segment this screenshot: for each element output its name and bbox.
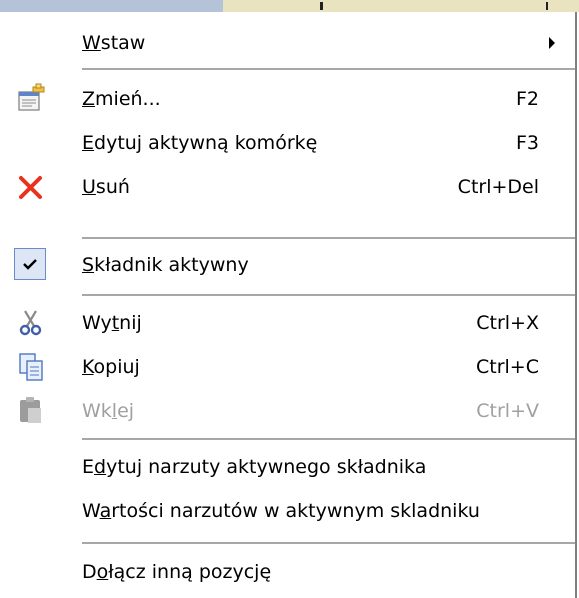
parent-window-strip <box>0 0 579 12</box>
menu-separator <box>82 542 575 545</box>
parent-window-mark <box>546 2 548 10</box>
menu-item-kopiuj[interactable]: Kopiuj Ctrl+C <box>2 346 575 388</box>
delete-icon <box>14 170 48 204</box>
menu-item-zmien[interactable]: Zmień... F2 <box>2 78 575 120</box>
menu-item-label: Składnik aktywny <box>82 254 249 276</box>
menu-item-label: Wartości narzutów w aktywnym skladniku <box>82 500 480 522</box>
menu-item-label: Kopiuj <box>82 356 140 378</box>
menu-item-label: Wstaw <box>82 32 146 54</box>
menu-item-shortcut: Ctrl+X <box>476 312 539 334</box>
menu-item-shortcut: Ctrl+C <box>476 356 539 378</box>
menu-item-shortcut: F3 <box>515 132 539 154</box>
menu-item-skladnik-aktywny[interactable]: Składnik aktywny <box>2 244 575 286</box>
menu-item-wytnij[interactable]: Wytnij Ctrl+X <box>2 302 575 344</box>
menu-item-label: Dołącz inną pozycję <box>82 561 272 583</box>
menu-item-label: Wytnij <box>82 312 142 334</box>
menu-item-shortcut: Ctrl+V <box>476 400 539 422</box>
menu-item-label: Edytuj aktywną komórkę <box>82 132 318 154</box>
menu-item-dolacz[interactable]: Dołącz inną pozycję <box>2 551 575 593</box>
edit-properties-icon <box>14 82 48 116</box>
menu-separator <box>82 68 575 71</box>
menu-item-wstaw[interactable]: Wstaw <box>2 22 575 64</box>
menu-item-label: Wklej <box>82 400 135 422</box>
menu-separator <box>82 294 575 297</box>
menu-item-shortcut: Ctrl+Del <box>457 176 539 198</box>
copy-icon <box>14 350 48 384</box>
menu-item-usun[interactable]: Usuń Ctrl+Del <box>2 166 575 208</box>
context-menu: Wstaw Zmień... F2 Edytuj aktywną komórkę… <box>0 12 579 598</box>
parent-window-bar <box>0 0 223 12</box>
parent-window-mark <box>320 2 323 10</box>
menu-item-shortcut: F2 <box>515 88 539 110</box>
menu-item-wartosci-narzutow[interactable]: Wartości narzutów w aktywnym skladniku <box>2 490 575 532</box>
menu-item-wklej[interactable]: Wklej Ctrl+V <box>2 390 575 432</box>
menu-item-label: Usuń <box>82 176 130 198</box>
menu-separator <box>82 237 575 240</box>
context-menu-body: Wstaw Zmień... F2 Edytuj aktywną komórkę… <box>2 12 575 598</box>
menu-item-label: Edytuj narzuty aktywnego składnika <box>82 456 427 478</box>
menu-item-label: Zmień... <box>82 88 161 110</box>
menu-item-edytuj-narzuty[interactable]: Edytuj narzuty aktywnego składnika <box>2 446 575 488</box>
checkmark-icon <box>14 248 46 280</box>
paste-icon <box>14 394 48 428</box>
submenu-arrow-icon <box>549 37 555 49</box>
scissors-icon <box>14 306 48 340</box>
menu-separator <box>82 438 575 441</box>
menu-item-edytuj-komorke[interactable]: Edytuj aktywną komórkę F3 <box>2 122 575 164</box>
